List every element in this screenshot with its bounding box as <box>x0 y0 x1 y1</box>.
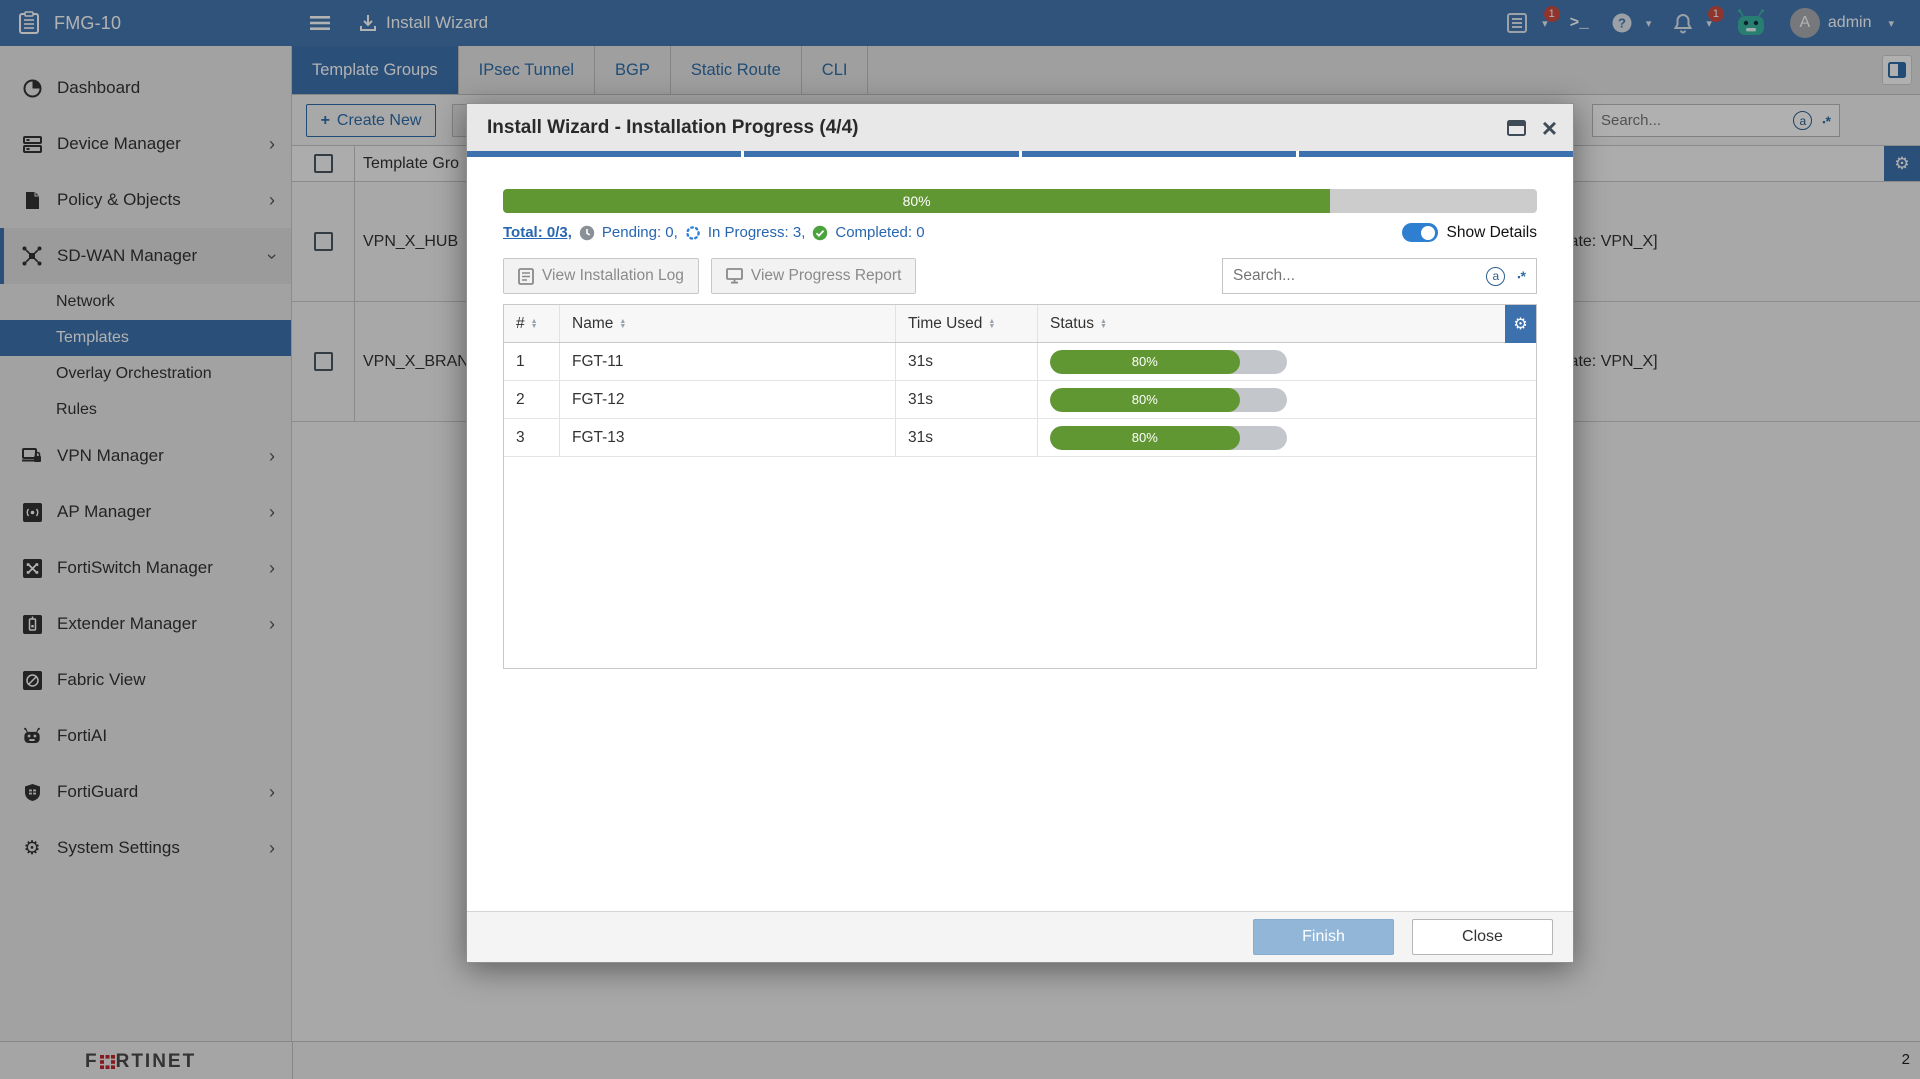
clock-icon <box>579 225 595 241</box>
sort-icon: ▲▼ <box>531 319 538 329</box>
view-installation-log-button[interactable]: View Installation Log <box>503 258 699 294</box>
monitor-icon <box>726 268 743 284</box>
finish-button[interactable]: Finish <box>1253 919 1394 955</box>
fuzzy-search-icon[interactable]: a <box>1486 267 1505 286</box>
column-time-used[interactable]: Time Used ▲▼ <box>896 305 1038 342</box>
device-progress-bar: 80% <box>1050 388 1287 412</box>
close-icon[interactable]: × <box>1542 115 1557 141</box>
column-status[interactable]: Status ▲▼ <box>1038 305 1536 342</box>
progress-table-header: # ▲▼ Name ▲▼ Time Used ▲▼ Status ▲▼ ⚙ <box>504 305 1536 343</box>
stat-pending: Pending: 0, <box>602 224 678 241</box>
sort-icon: ▲▼ <box>619 319 626 329</box>
modal-search-input[interactable] <box>1233 267 1474 285</box>
install-wizard-modal: Install Wizard - Installation Progress (… <box>466 103 1574 963</box>
table-settings-button[interactable]: ⚙ <box>1505 305 1536 343</box>
show-details-label: Show Details <box>1447 224 1537 242</box>
device-row[interactable]: 2 FGT-12 31s 80% <box>504 381 1536 419</box>
close-button[interactable]: Close <box>1412 919 1553 955</box>
install-stats: Total: 0/3, Pending: 0, In Progress: 3, … <box>503 223 1537 242</box>
modal-footer: Finish Close <box>467 911 1573 962</box>
modal-toolbar: View Installation Log View Progress Repo… <box>503 258 1537 294</box>
stat-total[interactable]: Total: 0/3, <box>503 224 572 241</box>
modal-search-box[interactable]: a ▪* <box>1222 258 1537 294</box>
show-details-toggle[interactable] <box>1402 223 1438 242</box>
stat-completed: Completed: 0 <box>835 224 924 241</box>
stat-in-progress: In Progress: 3, <box>708 224 806 241</box>
modal-title: Install Wizard - Installation Progress (… <box>487 117 858 139</box>
maximize-icon[interactable] <box>1507 120 1526 136</box>
device-row[interactable]: 1 FGT-11 31s 80% <box>504 343 1536 381</box>
regex-search-icon[interactable]: ▪* <box>1517 268 1526 284</box>
column-name[interactable]: Name ▲▼ <box>560 305 896 342</box>
progress-table: # ▲▼ Name ▲▼ Time Used ▲▼ Status ▲▼ ⚙ <box>503 304 1537 669</box>
spinner-icon <box>685 225 701 241</box>
modal-body: 80% Total: 0/3, Pending: 0, In Progress:… <box>467 157 1573 911</box>
device-progress-bar: 80% <box>1050 426 1287 450</box>
column-num[interactable]: # ▲▼ <box>504 305 560 342</box>
modal-header: Install Wizard - Installation Progress (… <box>467 104 1573 151</box>
overall-progress-bar: 80% <box>503 189 1537 213</box>
view-progress-report-button[interactable]: View Progress Report <box>711 258 916 294</box>
sort-icon: ▲▼ <box>988 319 995 329</box>
device-progress-bar: 80% <box>1050 350 1287 374</box>
log-document-icon <box>518 268 534 285</box>
sort-icon: ▲▼ <box>1100 319 1107 329</box>
check-circle-icon <box>812 225 828 241</box>
overall-progress-label: 80% <box>903 193 931 209</box>
device-row[interactable]: 3 FGT-13 31s 80% <box>504 419 1536 457</box>
